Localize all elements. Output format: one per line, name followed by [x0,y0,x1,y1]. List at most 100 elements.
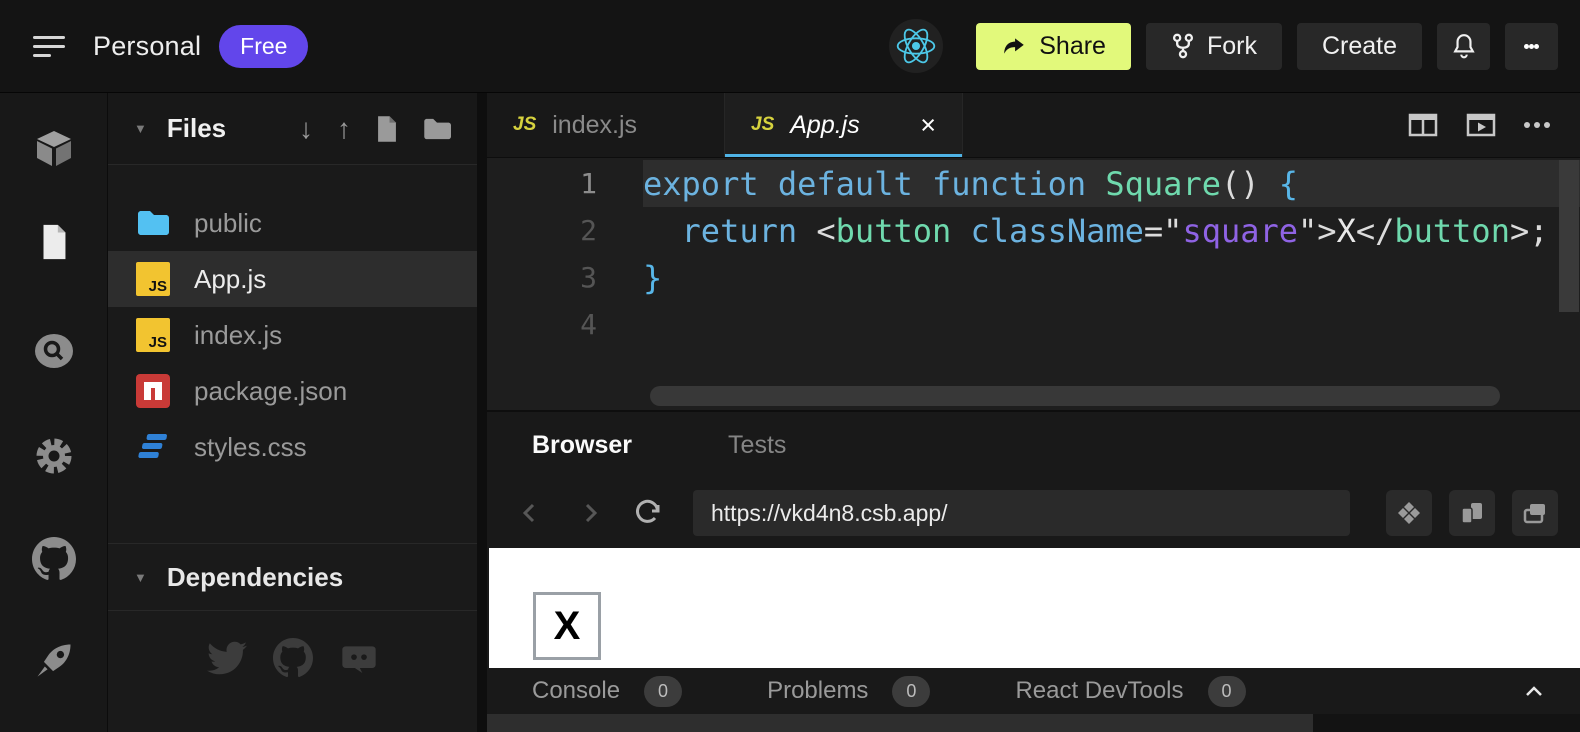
new-folder-icon[interactable] [423,117,451,141]
files-header[interactable]: ▼ Files ↓ ↑ [108,93,477,165]
tab-label: index.js [552,111,637,140]
browser-preview: X [489,548,1580,668]
bottom-scrollbar[interactable] [487,714,1580,732]
count-badge: 0 [892,676,930,707]
devtools-tab-react-devtools[interactable]: React DevTools 0 [1015,676,1245,707]
editor-tab-App.js[interactable]: JSApp.js× [725,93,963,157]
javascript-file-icon: JS [513,114,536,136]
count-badge: 0 [644,676,682,707]
vertical-scrollbar[interactable] [1559,160,1579,312]
editor-panel: JS index.js JSApp.js× 1export default func… [487,93,1580,412]
js-file-icon: JS [136,318,170,352]
code-line-4[interactable]: 4 [487,301,1580,348]
file-name: public [194,208,262,239]
line-number: 2 [487,214,643,247]
js-file-icon: JS [136,262,170,296]
download-icon[interactable]: ↓ [299,115,313,143]
code-line-3[interactable]: 3} [487,254,1580,301]
file-row-public[interactable]: public [108,195,477,251]
deploy-rocket-icon[interactable] [31,638,77,684]
codesandbox-app: Personal Free Share [0,0,1580,732]
preview-panel: Browser Tests https://vkd4n8.csb.app/ [487,412,1580,732]
open-new-window-icon[interactable] [1512,490,1558,536]
devtools-tab-console[interactable]: Console 0 [532,676,682,707]
react-logo-icon [889,19,943,73]
activity-rail [0,93,107,732]
upload-icon[interactable]: ↑ [337,115,351,143]
plan-badge: Free [219,25,308,68]
code-editor[interactable]: 1export default function Square() {2 ret… [487,158,1580,412]
folder-file-icon [136,206,170,240]
workspace-name[interactable]: Personal [93,31,201,62]
github-icon[interactable] [273,638,313,683]
discord-icon[interactable] [339,638,379,683]
code-text: } [643,259,662,297]
url-input[interactable]: https://vkd4n8.csb.app/ [693,490,1350,536]
css-file-icon [136,430,170,464]
fork-icon [1171,32,1195,60]
devtools-tab-label: Console [532,677,620,705]
new-file-icon[interactable] [375,115,399,143]
bell-icon [1451,32,1477,60]
code-text: export default function Square() { [643,165,1298,203]
create-button[interactable]: Create [1297,23,1422,70]
dependencies-title: Dependencies [167,562,343,593]
editor-tab-index.js[interactable]: JS index.js [487,93,725,157]
file-name: package.json [194,376,347,407]
devtools-tab-label: Problems [767,677,868,705]
tab-browser[interactable]: Browser [532,431,632,460]
npm-file-icon [136,374,170,408]
social-links [108,638,477,683]
split-view-icon[interactable] [1406,108,1440,142]
file-row-styles.css[interactable]: styles.css [108,419,477,475]
code-line-2[interactable]: 2 return <button className="square">X</b… [487,207,1580,254]
open-preview-icon[interactable] [1464,108,1498,142]
file-row-App.js[interactable]: JS App.js [108,251,477,307]
line-number: 4 [487,308,643,341]
editor-tab-bar: JS index.js JSApp.js× [487,93,1580,158]
url-toolbar: https://vkd4n8.csb.app/ [487,478,1580,548]
file-row-package.json[interactable]: package.json [108,363,477,419]
refresh-icon[interactable] [633,498,663,528]
github-rail-icon[interactable] [31,536,77,582]
devtools-tab-problems[interactable]: Problems 0 [767,676,930,707]
files-panel: ▼ Files ↓ ↑ public JS App.js JSindex.js pack… [107,93,477,732]
collapse-chevron-icon[interactable] [1522,681,1546,701]
notifications-button[interactable] [1437,23,1490,70]
panel-divider[interactable] [477,93,487,732]
files-explorer-icon[interactable] [31,219,77,265]
top-bar: Personal Free Share [0,0,1580,93]
horizontal-scrollbar[interactable] [650,386,1500,406]
file-row-index.js[interactable]: JSindex.js [108,307,477,363]
javascript-file-icon: JS [136,318,170,352]
file-name: styles.css [194,432,307,463]
responsive-mode-icon[interactable] [1386,490,1432,536]
files-title: Files [167,113,226,144]
line-number: 3 [487,261,643,294]
twitter-icon[interactable] [207,638,247,683]
code-text: return <button className="square">X</but… [643,212,1548,250]
more-options-button[interactable] [1505,23,1558,70]
close-tab-icon[interactable]: × [920,112,936,139]
editor-more-icon[interactable] [1522,120,1552,130]
chevron-down-icon: ▼ [134,121,147,136]
code-line-1[interactable]: 1export default function Square() { [487,160,1580,207]
split-preview-icon[interactable] [1449,490,1495,536]
square-button[interactable]: X [533,592,601,660]
file-name: App.js [194,264,266,295]
search-icon[interactable] [31,328,77,374]
share-button[interactable]: Share [976,23,1131,70]
dependencies-header[interactable]: ▼ Dependencies [108,543,477,611]
devtools-bar: Console 0 Problems 0 React DevTools 0 [487,668,1580,714]
settings-gear-icon[interactable] [31,433,77,479]
javascript-file-icon: JS [136,262,170,296]
count-badge: 0 [1208,676,1246,707]
tab-tests[interactable]: Tests [728,431,786,460]
menu-icon[interactable] [33,30,65,63]
preview-tabs: Browser Tests [487,412,1580,478]
back-icon[interactable] [517,500,543,526]
sandbox-cube-icon[interactable] [31,126,77,172]
fork-button[interactable]: Fork [1146,23,1282,70]
devtools-tab-label: React DevTools [1015,677,1183,705]
forward-icon[interactable] [577,500,603,526]
